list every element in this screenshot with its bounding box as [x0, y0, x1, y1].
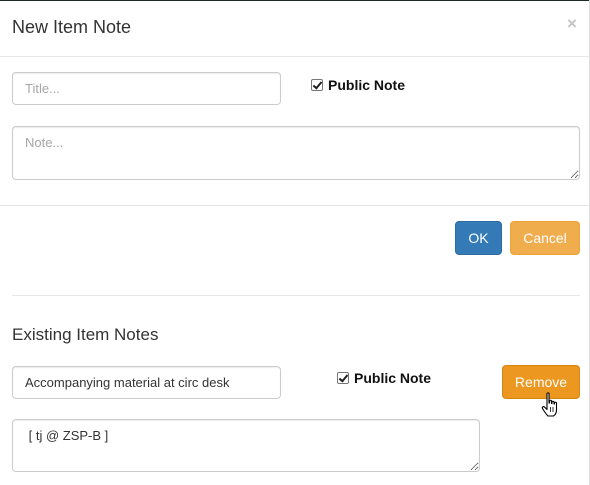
close-icon[interactable]: × [567, 14, 577, 34]
header-divider [0, 56, 590, 57]
existing-notes-heading: Existing Item Notes [12, 325, 159, 344]
note-title-input[interactable] [12, 72, 281, 105]
hand-pointer-cursor-icon [541, 392, 558, 417]
cancel-button[interactable]: Cancel [510, 221, 580, 255]
existing-note-body-textarea[interactable]: [ tj @ ZSP-B ] [12, 419, 480, 472]
ok-button[interactable]: OK [455, 221, 502, 255]
modal-title: New Item Note [12, 17, 132, 37]
window-top-border [0, 0, 590, 1]
public-note-label: Public Note [328, 77, 406, 93]
public-note-checkbox[interactable] [311, 79, 323, 91]
note-body-textarea[interactable] [12, 126, 580, 180]
public-note-row: Public Note [311, 77, 405, 93]
section-divider [12, 295, 580, 296]
existing-public-note-label: Public Note [354, 370, 432, 386]
existing-public-note-checkbox[interactable] [337, 372, 349, 384]
existing-note-title-input[interactable] [12, 366, 281, 399]
existing-public-note-row: Public Note [337, 370, 431, 386]
footer-divider [0, 205, 590, 206]
